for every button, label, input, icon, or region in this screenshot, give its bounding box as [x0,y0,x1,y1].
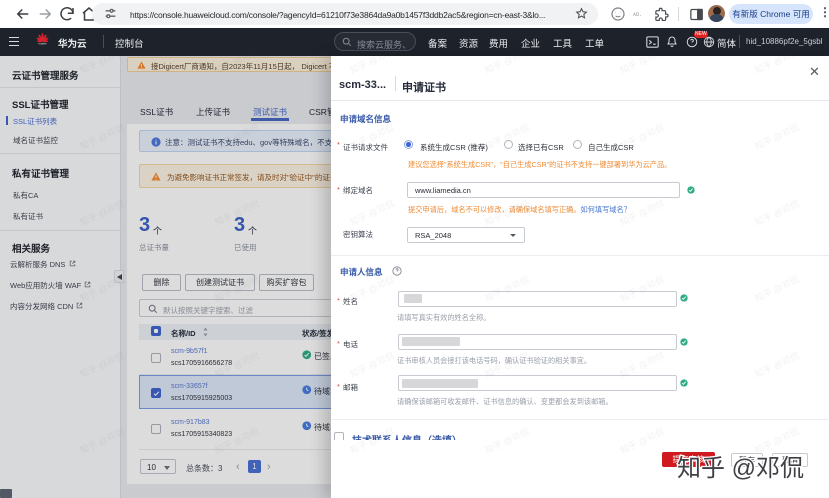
svg-text:HUAWEI: HUAWEI [38,42,47,45]
